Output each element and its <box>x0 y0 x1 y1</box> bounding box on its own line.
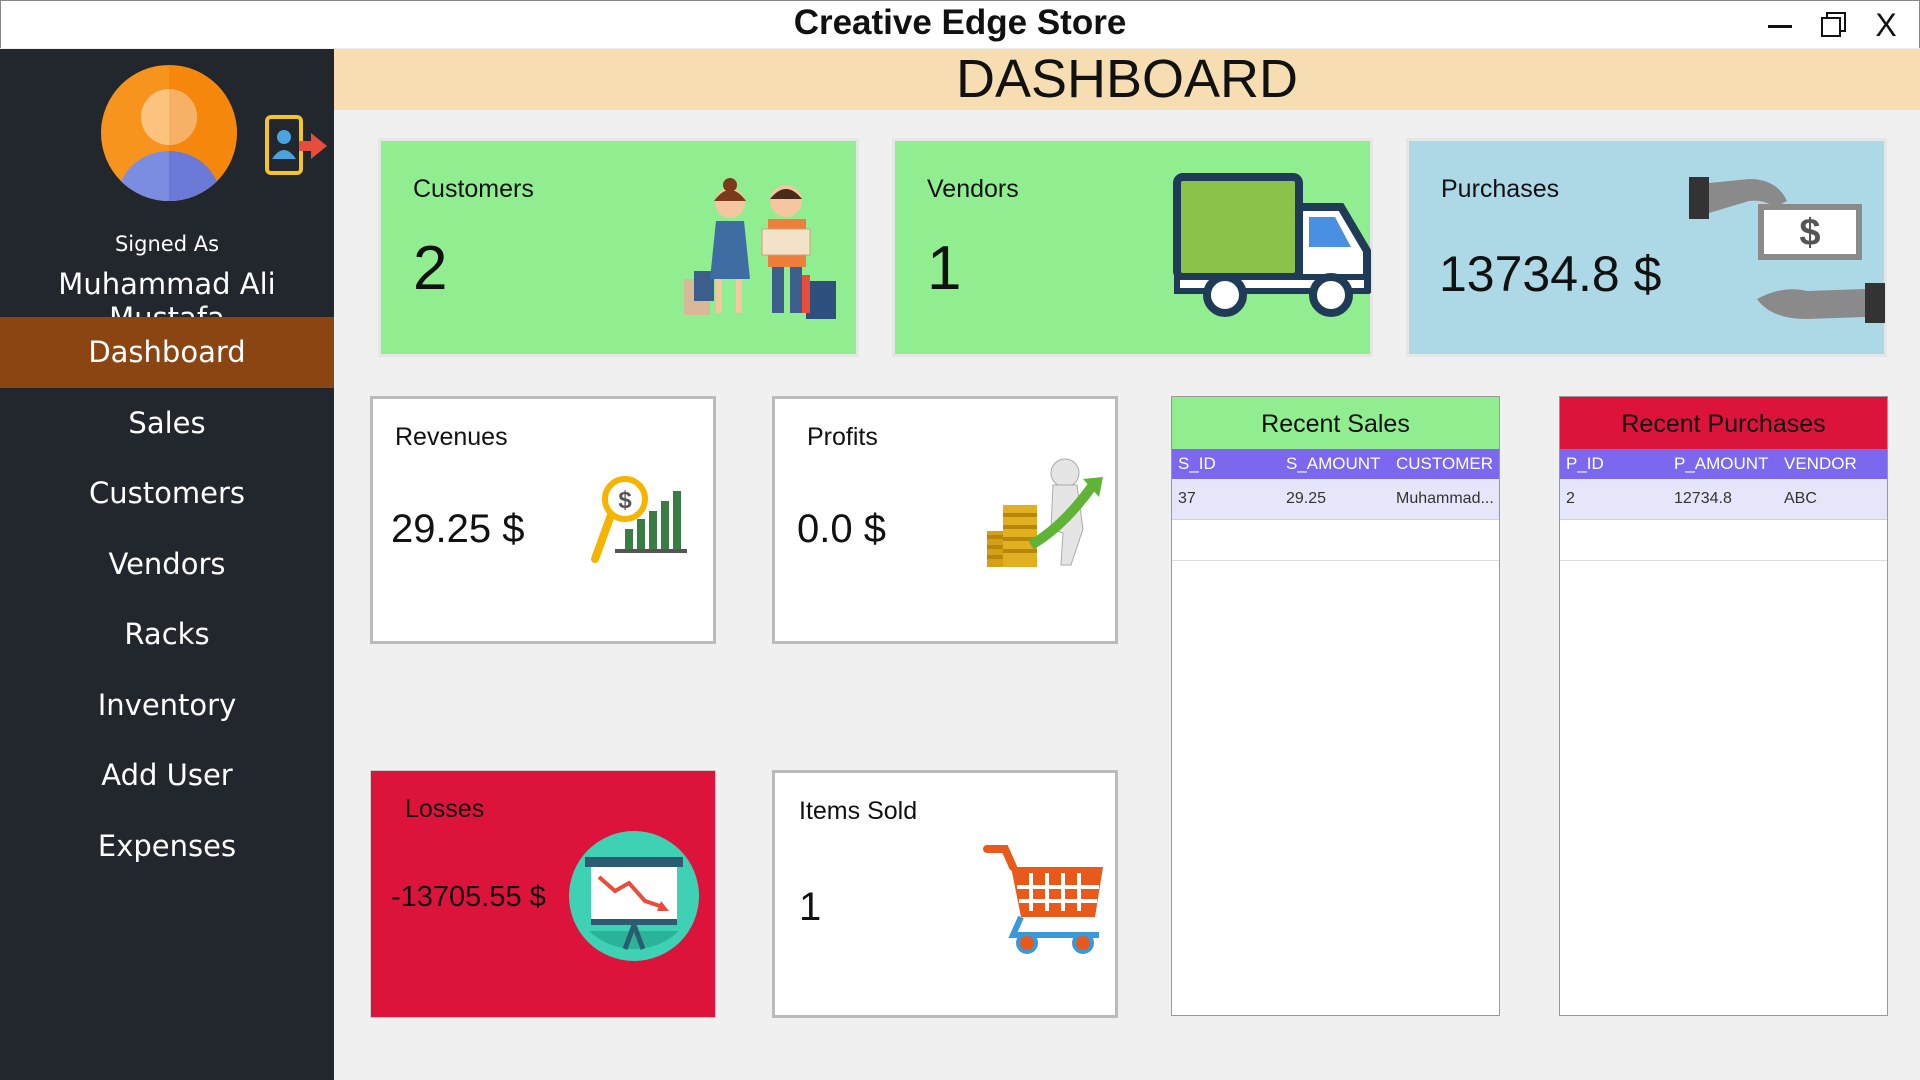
sidebar-item-add-user[interactable]: Add User <box>0 740 334 811</box>
cell-customer: Muhammad... <box>1396 490 1494 507</box>
recent-sales-header: S_ID S_AMOUNT CUSTOMER <box>1172 449 1499 479</box>
loss-chart-icon <box>569 831 699 961</box>
vendors-card[interactable]: Vendors 1 <box>892 138 1373 357</box>
recent-purchases-title: Recent Purchases <box>1560 397 1887 449</box>
column-header-p-amount[interactable]: P_AMOUNT <box>1668 449 1778 479</box>
revenues-card[interactable]: Revenues 29.25 $ $ <box>370 396 716 644</box>
losses-card[interactable]: Losses -13705.55 $ <box>370 770 716 1018</box>
empty-row[interactable] <box>1560 520 1887 561</box>
close-button[interactable]: X <box>1863 7 1909 43</box>
profits-label: Profits <box>807 423 878 451</box>
table-row[interactable]: 37 29.25 Muhammad... <box>1172 479 1499 520</box>
cell-s-amount: 29.25 <box>1286 490 1327 507</box>
sidebar-item-vendors[interactable]: Vendors <box>0 529 334 600</box>
truck-icon <box>1173 173 1371 317</box>
profits-value: 0.0 $ <box>797 507 886 551</box>
cell-p-amount: 12734.8 <box>1674 490 1732 507</box>
empty-row[interactable] <box>1172 520 1499 561</box>
recent-purchases-header: P_ID P_AMOUNT VENDOR <box>1560 449 1887 479</box>
shopping-cart-icon <box>983 845 1103 954</box>
cell-vendor: ABC <box>1784 490 1817 507</box>
table-row[interactable]: 2 12734.8 ABC <box>1560 479 1887 520</box>
purchases-value: 13734.8 $ <box>1439 246 1662 302</box>
window-title: Creative Edge Store <box>793 3 1127 42</box>
page-title: DASHBOARD <box>334 49 1920 110</box>
losses-label: Losses <box>405 795 485 823</box>
sidebar-nav: Dashboard Sales Customers Vendors Racks … <box>0 317 334 881</box>
vendors-label: Vendors <box>927 175 1019 203</box>
revenues-label: Revenues <box>395 423 508 451</box>
customers-card[interactable]: Customers 2 <box>378 138 859 357</box>
sidebar-item-sales[interactable]: Sales <box>0 388 334 459</box>
column-header-s-amount[interactable]: S_AMOUNT <box>1280 449 1390 479</box>
title-bar: Creative Edge Store X <box>0 0 1920 48</box>
revenue-growth-icon: $ <box>591 476 687 563</box>
svg-text:$: $ <box>1799 212 1820 254</box>
recent-sales-table: Recent Sales S_ID S_AMOUNT CUSTOMER 37 2… <box>1171 396 1500 1016</box>
purchases-label: Purchases <box>1441 175 1560 203</box>
purchases-card[interactable]: Purchases 13734.8 $ $ <box>1406 138 1887 357</box>
logout-icon[interactable] <box>263 113 329 179</box>
cell-p-id: 2 <box>1566 490 1575 507</box>
losses-value: -13705.55 $ <box>391 881 546 913</box>
signed-as-label: Signed As <box>114 232 220 256</box>
profit-coins-icon <box>987 458 1103 567</box>
customers-icon <box>684 178 836 319</box>
revenues-value: 29.25 $ <box>391 507 525 551</box>
restore-icon <box>1821 12 1846 37</box>
sidebar-item-racks[interactable]: Racks <box>0 599 334 670</box>
items-sold-value: 1 <box>799 885 822 929</box>
customers-value: 2 <box>413 234 448 303</box>
sidebar-item-inventory[interactable]: Inventory <box>0 670 334 741</box>
minimize-icon <box>1768 25 1792 28</box>
maximize-button[interactable] <box>1811 7 1857 43</box>
column-header-s-id[interactable]: S_ID <box>1172 449 1280 479</box>
minimize-button[interactable] <box>1757 7 1803 43</box>
items-sold-label: Items Sold <box>799 797 918 825</box>
sidebar: Signed As Muhammad Ali Mustafa Dashboard… <box>0 49 334 1080</box>
customers-label: Customers <box>413 175 534 203</box>
recent-purchases-table: Recent Purchases P_ID P_AMOUNT VENDOR 2 … <box>1559 396 1888 1016</box>
sidebar-item-customers[interactable]: Customers <box>0 458 334 529</box>
sidebar-item-expenses[interactable]: Expenses <box>0 811 334 882</box>
column-header-vendor[interactable]: VENDOR <box>1778 449 1887 479</box>
vendors-value: 1 <box>927 234 962 303</box>
sidebar-item-dashboard[interactable]: Dashboard <box>0 317 334 388</box>
profits-card[interactable]: Profits 0.0 $ <box>772 396 1118 644</box>
column-header-customer[interactable]: CUSTOMER <box>1390 449 1499 479</box>
user-avatar-icon <box>101 65 237 201</box>
svg-text:$: $ <box>618 487 632 514</box>
column-header-p-id[interactable]: P_ID <box>1560 449 1668 479</box>
recent-sales-title: Recent Sales <box>1172 397 1499 449</box>
items-sold-card[interactable]: Items Sold 1 <box>772 770 1118 1018</box>
cell-s-id: 37 <box>1178 490 1196 507</box>
payment-icon: $ <box>1689 177 1885 323</box>
